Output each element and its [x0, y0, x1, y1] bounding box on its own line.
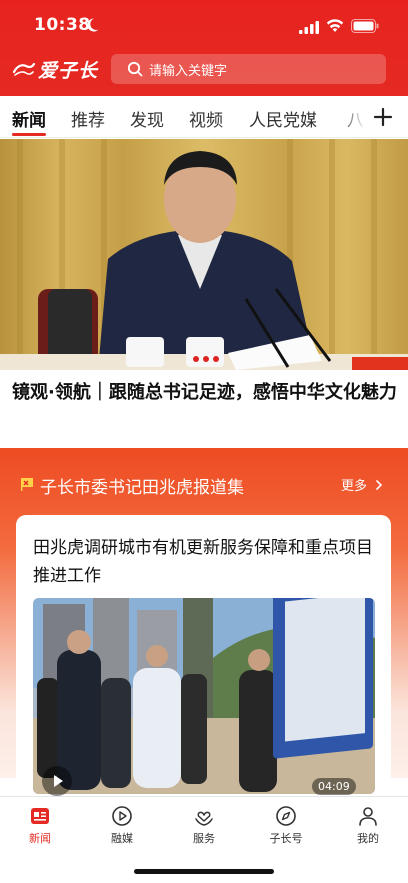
- tab-fade: [340, 96, 372, 137]
- hero-headline[interactable]: 镜观·领航｜跟随总书记足迹，感悟中华文化魅力: [12, 378, 398, 408]
- nav-profile[interactable]: 我的: [338, 805, 398, 846]
- search-input[interactable]: 请输入关键字: [111, 54, 386, 84]
- news-icon: [31, 808, 49, 824]
- video-thumbnail[interactable]: [33, 598, 375, 794]
- nav-label: 子长号: [269, 832, 303, 845]
- nav-label: 服务: [193, 832, 215, 845]
- status-time: 10:38: [34, 15, 91, 35]
- tab-video[interactable]: 视频: [189, 106, 223, 131]
- party-flag-icon: [21, 478, 33, 491]
- tab-party-media[interactable]: 人民党媒: [249, 106, 317, 131]
- more-link[interactable]: 更多: [341, 475, 385, 494]
- channel-tabs: 新闻 推荐 发现 视频 人民党媒 八: [0, 96, 408, 138]
- app-header: 10:38 爱子长 请输入关键字: [0, 0, 408, 96]
- nav-services[interactable]: 服务: [174, 805, 234, 846]
- nav-label: 我的: [357, 832, 379, 845]
- nav-zichang-account[interactable]: 子长号: [256, 805, 316, 846]
- hero-image[interactable]: [0, 139, 408, 370]
- search-placeholder: 请输入关键字: [149, 63, 228, 79]
- signal-icon: [299, 21, 319, 34]
- nav-label: 融媒: [111, 832, 133, 845]
- home-indicator[interactable]: [134, 869, 274, 874]
- logo-text: 爱子长: [38, 59, 99, 82]
- tab-discover[interactable]: 发现: [130, 106, 164, 131]
- status-bar: 10:38: [0, 0, 408, 50]
- plus-icon[interactable]: [373, 107, 393, 127]
- video-duration: 04:09: [312, 778, 356, 795]
- nav-news[interactable]: 新闻: [10, 805, 70, 846]
- section-title: 子长市委书记田兆虎报道集: [40, 478, 244, 498]
- play-button[interactable]: [42, 766, 72, 796]
- play-circle-icon: [112, 806, 132, 826]
- compass-icon: [276, 806, 296, 826]
- thumbnail-photo: [33, 598, 375, 794]
- logo-mark-icon: [12, 62, 36, 76]
- app-logo[interactable]: 爱子长: [12, 58, 99, 82]
- person-icon: [359, 807, 377, 826]
- search-icon: [127, 61, 143, 77]
- play-icon: [54, 775, 63, 787]
- nav-media[interactable]: 融媒: [92, 805, 152, 846]
- hero-photo: [0, 139, 408, 370]
- battery-icon: [351, 19, 379, 33]
- moon-icon: [87, 18, 99, 32]
- active-tab-indicator: [12, 133, 46, 136]
- chevron-right-icon: [376, 479, 383, 490]
- nav-label: 新闻: [29, 832, 51, 845]
- wifi-icon: [326, 19, 344, 32]
- tab-recommend[interactable]: 推荐: [71, 106, 105, 131]
- more-label: 更多: [341, 479, 368, 494]
- heart-hands-icon: [195, 811, 213, 826]
- tab-news[interactable]: 新闻: [12, 106, 46, 131]
- card-headline[interactable]: 田兆虎调研城市有机更新服务保障和重点项目推进工作: [33, 534, 378, 590]
